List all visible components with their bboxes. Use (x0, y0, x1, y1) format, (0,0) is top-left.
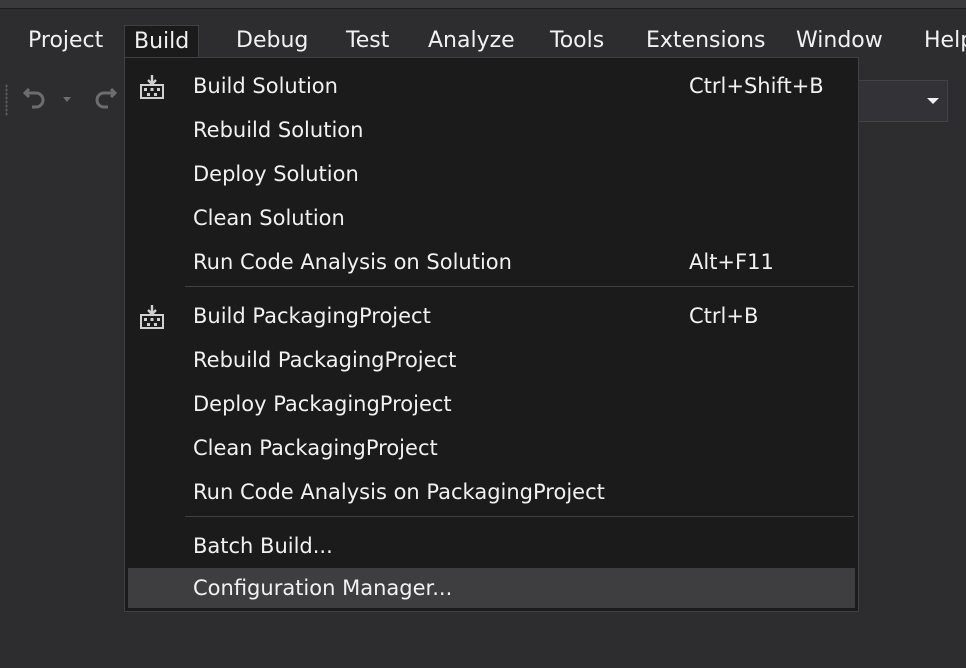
chevron-down-icon (927, 98, 939, 104)
menu-item-label: Rebuild PackagingProject (193, 348, 457, 372)
solution-configuration-combo[interactable] (858, 80, 948, 122)
menu-item-shortcut: Ctrl+Shift+B (689, 74, 824, 98)
build-icon (140, 75, 164, 99)
menu-test[interactable]: Test (346, 25, 389, 61)
menu-item-label: Build Solution (193, 74, 338, 98)
menu-item-rebuild-project[interactable]: Rebuild PackagingProject (128, 340, 855, 380)
menu-separator (185, 516, 854, 517)
menu-item-label: Clean Solution (193, 206, 345, 230)
menu-item-label: Deploy PackagingProject (193, 392, 452, 416)
menu-project[interactable]: Project (28, 25, 103, 61)
menu-debug[interactable]: Debug (236, 25, 308, 61)
menu-item-build-solution[interactable]: Build Solution Ctrl+Shift+B (128, 66, 855, 106)
menu-window[interactable]: Window (796, 25, 883, 61)
menu-item-rebuild-solution[interactable]: Rebuild Solution (128, 110, 855, 150)
menu-item-clean-project[interactable]: Clean PackagingProject (128, 428, 855, 468)
build-menu-dropdown: Build Solution Ctrl+Shift+B Rebuild Solu… (124, 57, 859, 612)
menu-item-run-code-analysis-project[interactable]: Run Code Analysis on PackagingProject (128, 472, 855, 512)
menu-item-run-code-analysis-solution[interactable]: Run Code Analysis on Solution Alt+F11 (128, 242, 855, 282)
menu-tools[interactable]: Tools (550, 25, 604, 61)
dropdown-arrow-icon[interactable] (60, 82, 74, 112)
menu-item-label: Deploy Solution (193, 162, 359, 186)
menu-item-label: Clean PackagingProject (193, 436, 438, 460)
menu-extensions[interactable]: Extensions (646, 25, 765, 61)
toolbar-grip[interactable] (5, 84, 8, 116)
menu-item-label: Configuration Manager... (193, 576, 453, 600)
menu-item-build-project[interactable]: Build PackagingProject Ctrl+B (128, 296, 855, 336)
menu-item-label: Rebuild Solution (193, 118, 364, 142)
menu-help[interactable]: Help (924, 25, 966, 61)
menu-item-label: Build PackagingProject (193, 304, 431, 328)
menu-item-label: Run Code Analysis on PackagingProject (193, 480, 605, 504)
menu-analyze[interactable]: Analyze (428, 25, 515, 61)
menu-item-label: Run Code Analysis on Solution (193, 250, 512, 274)
redo-icon[interactable] (90, 82, 120, 112)
menu-separator (185, 286, 854, 287)
window-top-strip (0, 0, 966, 9)
menu-item-batch-build[interactable]: Batch Build... (128, 526, 855, 566)
menu-item-deploy-project[interactable]: Deploy PackagingProject (128, 384, 855, 424)
menu-item-shortcut: Alt+F11 (689, 250, 774, 274)
menu-item-configuration-manager[interactable]: Configuration Manager... (128, 568, 855, 608)
menu-item-deploy-solution[interactable]: Deploy Solution (128, 154, 855, 194)
menu-item-clean-solution[interactable]: Clean Solution (128, 198, 855, 238)
build-icon (140, 305, 164, 329)
undo-icon[interactable] (20, 82, 50, 112)
menu-item-label: Batch Build... (193, 534, 333, 558)
menu-item-shortcut: Ctrl+B (689, 304, 759, 328)
